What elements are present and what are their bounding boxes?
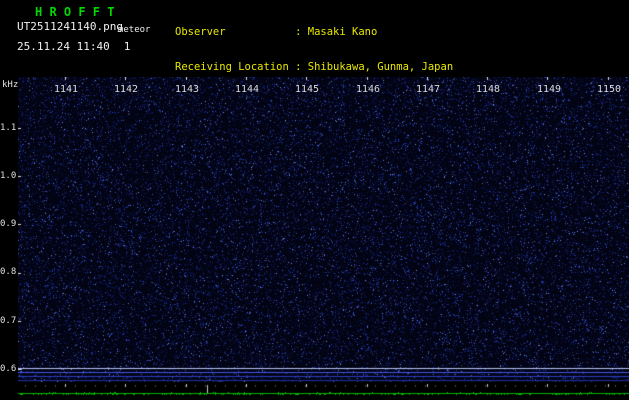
spectrogram-plot: kHz 1.1 1.0 0.9 0.8 0.7 0.6 1141 1142 11… [0, 77, 629, 382]
x-tick-1149: 1149 [536, 84, 562, 95]
y-tick-0.8: 0.8 [0, 267, 17, 277]
sequence-number: 1 [123, 40, 131, 53]
station-name: meteor [117, 25, 151, 35]
x-tick-1147: 1147 [415, 84, 441, 95]
x-tick-1144: 1144 [234, 84, 260, 95]
y-tick-1.1: 1.1 [0, 123, 17, 133]
x-tick-1150: 1150 [596, 84, 622, 95]
signal-level-strip [0, 382, 629, 400]
header: H R O F F T UT2511241140.pngmeteor 25.11… [0, 0, 629, 141]
y-tick-0.9: 0.9 [0, 219, 17, 229]
y-tick-1.0: 1.0 [0, 171, 17, 181]
datetime: 25.11.24 11:40 [17, 40, 110, 53]
x-tick-1142: 1142 [113, 84, 139, 95]
y-axis-unit-label: kHz [2, 80, 19, 90]
x-tick-1145: 1145 [294, 84, 320, 95]
info-location: Receiving Location : Shibukawa, Gunma, J… [175, 60, 454, 73]
x-tick-1141: 1141 [53, 84, 79, 95]
app-title: H R O F F T [35, 5, 115, 19]
y-tick-0.7: 0.7 [0, 316, 17, 326]
file-line: UT2511241140.pngmeteor [17, 20, 151, 35]
info-observer: Observer : Masaki Kano [175, 26, 378, 38]
filename: UT2511241140.png [17, 20, 123, 33]
x-tick-1148: 1148 [475, 84, 501, 95]
y-tick-0.6: 0.6 [0, 364, 17, 374]
date-line: 25.11.24 11:40 1 [17, 40, 130, 53]
x-tick-1146: 1146 [355, 84, 381, 95]
hrofft-screenshot: H R O F F T UT2511241140.pngmeteor 25.11… [0, 0, 629, 400]
spectrogram-canvas [18, 77, 629, 382]
x-tick-1143: 1143 [174, 84, 200, 95]
